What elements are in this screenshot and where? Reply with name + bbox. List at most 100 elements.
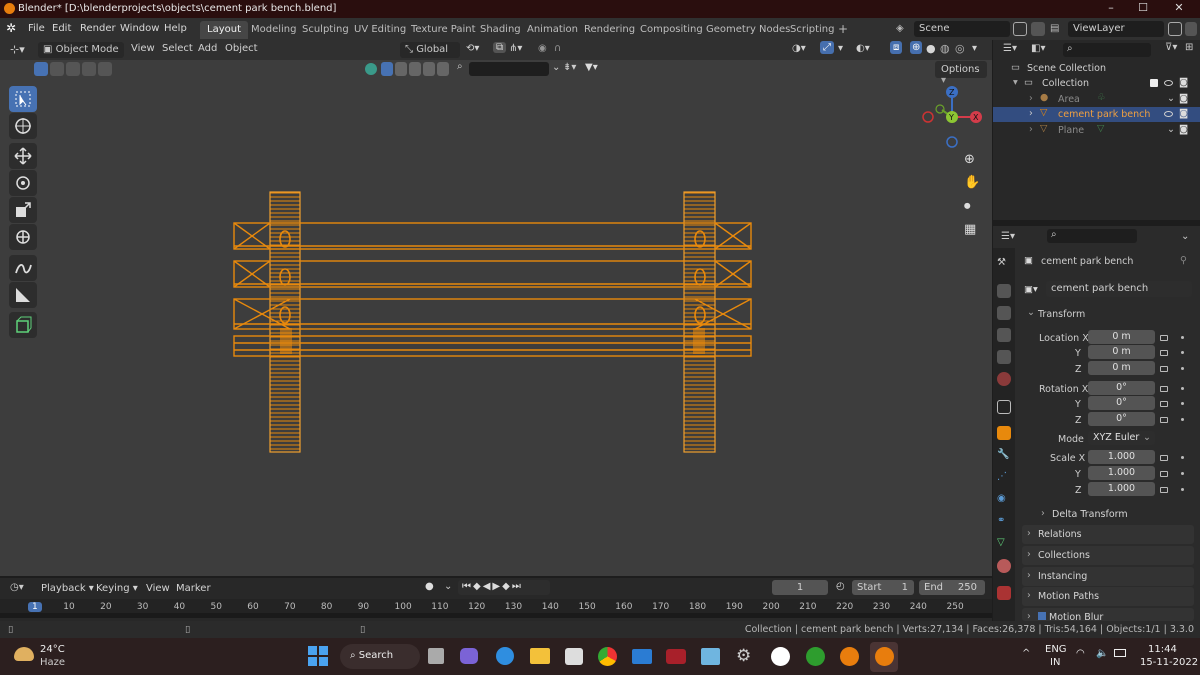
- play-reverse-icon[interactable]: ◀: [483, 581, 493, 592]
- filter-camera-icon[interactable]: [423, 62, 435, 76]
- rotation-y-field[interactable]: 0°: [1088, 396, 1155, 410]
- chat-icon[interactable]: [460, 648, 478, 664]
- outliner-object-cement-park-bench[interactable]: › ▽ cement park bench ◙: [993, 107, 1200, 122]
- object-visibility-icon[interactable]: ◑▾: [792, 43, 806, 54]
- outliner-object-plane[interactable]: › ▽ Plane ▽ ⌄ ◙: [993, 123, 1200, 138]
- menu-file[interactable]: File: [28, 23, 45, 34]
- data-tab-icon[interactable]: ▽: [997, 537, 1011, 551]
- object-type-selector-icon[interactable]: ▣▾: [1024, 284, 1038, 295]
- timeline-menu-keying[interactable]: Keying ▾: [96, 583, 138, 594]
- collection-visibility-eye-icon[interactable]: [1164, 80, 1173, 86]
- current-frame-field[interactable]: 1: [772, 580, 828, 595]
- pivot-point-icon[interactable]: ⟲▾: [466, 43, 479, 54]
- lock-icon[interactable]: [1160, 455, 1168, 461]
- solid-shading-icon[interactable]: ●: [926, 42, 936, 55]
- viewport-search-input[interactable]: [469, 62, 549, 76]
- perspective-grid-icon[interactable]: ▦: [964, 222, 976, 237]
- lock-icon[interactable]: [1160, 487, 1168, 493]
- search-dropdown-icon[interactable]: ⌄: [552, 62, 560, 73]
- transform-panel-header[interactable]: ⌄ Transform: [1022, 306, 1194, 322]
- add-workspace-button[interactable]: +: [831, 19, 855, 37]
- timeline-menu-view[interactable]: View: [146, 583, 170, 594]
- scale-z-field[interactable]: 1.000: [1088, 482, 1155, 496]
- gizmo-toggle-icon[interactable]: ⤢: [820, 41, 834, 54]
- motion-blur-checkbox-icon[interactable]: [1038, 612, 1046, 620]
- scale-y-field[interactable]: 1.000: [1088, 466, 1155, 480]
- timeline-editor-icon[interactable]: ◷▾: [10, 582, 24, 593]
- outliner-object-area[interactable]: › ● Area ♧ ⌄ ◙: [993, 92, 1200, 107]
- overlays-icon[interactable]: ◐▾: [856, 43, 870, 54]
- record-options-icon[interactable]: ⌄: [444, 581, 452, 592]
- prev-keyframe-icon[interactable]: ◆: [473, 581, 483, 592]
- rotation-x-field[interactable]: 0°: [1088, 381, 1155, 395]
- properties-search-input[interactable]: ⌕: [1047, 229, 1137, 243]
- plane-render-camera-icon[interactable]: ◙: [1179, 124, 1188, 135]
- modifier-wrench-icon[interactable]: 🔧: [997, 449, 1011, 463]
- outliner-filter-icon[interactable]: ⊽▾: [1165, 42, 1177, 53]
- properties-options-icon[interactable]: ⌄: [1181, 231, 1189, 242]
- shading-options-icon[interactable]: ▾: [972, 43, 977, 54]
- mode-selector[interactable]: ▣ Object Mode: [38, 42, 124, 58]
- area-render-camera-icon[interactable]: ◙: [1179, 93, 1188, 104]
- viewport-menu-add[interactable]: Add: [198, 43, 217, 54]
- gizmo-options-icon[interactable]: ▾: [838, 43, 843, 54]
- output-tab-icon[interactable]: [997, 306, 1011, 320]
- viewport-menu-view[interactable]: View: [131, 43, 155, 54]
- area-visibility-icon[interactable]: ⌄: [1167, 93, 1175, 104]
- lock-icon[interactable]: [1160, 386, 1168, 392]
- preview-range-clock-icon[interactable]: ◴: [836, 581, 845, 592]
- app-icon-red[interactable]: [666, 649, 686, 664]
- taskbar-search[interactable]: ⌕ Search: [340, 644, 420, 669]
- clock-time[interactable]: 11:44: [1148, 644, 1177, 655]
- scale-tool[interactable]: [9, 197, 37, 223]
- blender-active-window[interactable]: [870, 642, 898, 672]
- keyframe-dot-icon[interactable]: [1181, 351, 1184, 354]
- wireframe-shading-icon[interactable]: ⊕: [910, 41, 923, 54]
- photos-icon[interactable]: [701, 648, 720, 665]
- material-tab-icon[interactable]: [997, 559, 1011, 573]
- settings-gear-icon[interactable]: ⚙: [736, 646, 751, 666]
- bench-render-camera-icon[interactable]: ◙: [1179, 108, 1188, 119]
- close-button[interactable]: ✕: [1164, 1, 1194, 17]
- maximize-button[interactable]: ☐: [1128, 1, 1158, 17]
- chrome-browser-icon[interactable]: [598, 647, 617, 666]
- properties-editor-icon[interactable]: ☰▾: [1001, 231, 1015, 242]
- clock-date[interactable]: 15-11-2022: [1140, 657, 1198, 668]
- area-expand-icon[interactable]: ›: [1029, 93, 1033, 104]
- bench-wireframe[interactable]: [230, 188, 755, 456]
- new-scene-icon[interactable]: [1013, 22, 1027, 36]
- delete-scene-icon[interactable]: [1031, 22, 1045, 36]
- play-icon[interactable]: ▶: [492, 581, 502, 592]
- physics-tab-icon[interactable]: ◉: [997, 493, 1011, 507]
- tab-animation[interactable]: Animation: [520, 21, 585, 39]
- falloff-icon[interactable]: ∩: [554, 43, 561, 54]
- keyframe-dot-icon[interactable]: [1181, 336, 1184, 339]
- language-indicator[interactable]: ENG: [1045, 644, 1067, 655]
- plane-expand-icon[interactable]: ›: [1029, 124, 1033, 135]
- scene-selector[interactable]: Scene: [914, 21, 1010, 37]
- transform-tool[interactable]: [9, 224, 37, 250]
- material-shading-icon[interactable]: ◍: [940, 42, 950, 55]
- filter-mesh-icon[interactable]: [395, 62, 407, 76]
- tab-texture-paint[interactable]: Texture Paint: [404, 21, 483, 39]
- jump-end-icon[interactable]: ⏭: [512, 581, 523, 592]
- gizmo-neg-z-icon[interactable]: [946, 136, 958, 148]
- end-frame-field[interactable]: End 250: [919, 580, 985, 595]
- keyframe-dot-icon[interactable]: [1181, 367, 1184, 370]
- task-view-icon[interactable]: [428, 648, 444, 664]
- region-indicator[interactable]: IN: [1050, 657, 1060, 668]
- scale-x-field[interactable]: 1.000: [1088, 450, 1155, 464]
- relations-section[interactable]: › Relations: [1022, 525, 1194, 544]
- battery-icon[interactable]: [1114, 649, 1126, 657]
- location-x-field[interactable]: 0 m: [1088, 330, 1155, 344]
- keyframe-dot-icon[interactable]: [1181, 387, 1184, 390]
- select-box-tool[interactable]: [9, 86, 37, 112]
- sort-icon[interactable]: ⇟▾: [563, 62, 576, 73]
- view-layer-tab-icon[interactable]: [997, 328, 1011, 342]
- filter-other-icon[interactable]: [437, 62, 449, 76]
- lock-icon[interactable]: [1160, 417, 1168, 423]
- minimize-button[interactable]: –: [1096, 1, 1126, 17]
- collection-tab-icon[interactable]: [997, 400, 1011, 414]
- keyframe-dot-icon[interactable]: [1181, 488, 1184, 491]
- options-dropdown[interactable]: Options ▾: [935, 61, 987, 86]
